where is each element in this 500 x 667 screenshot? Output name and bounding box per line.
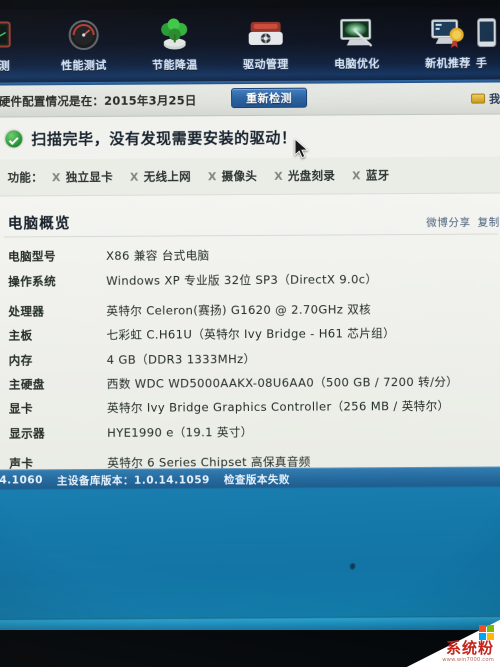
- driver-manager-window: 度监测 性能测试 节能降温 驱动管理 电脑优化 新机推荐 手 的硬件配置情况是在…: [0, 6, 500, 495]
- toolbar-item-label: 性能测试: [61, 58, 107, 73]
- spec-key: 显卡: [8, 401, 33, 416]
- feature-item-camera: X 摄像头: [208, 168, 257, 184]
- my-account-link[interactable]: 我的: [471, 90, 500, 106]
- feature-label: 摄像头: [221, 168, 258, 184]
- rescan-button[interactable]: 重新检测: [231, 87, 308, 109]
- feature-item-wireless: X 无线上网: [130, 168, 191, 184]
- green-check-icon: [5, 129, 23, 147]
- spec-value: 4 GB（DDR3 1333MHz）: [106, 351, 256, 367]
- my-account-label: 我的: [489, 92, 500, 106]
- table-row: 显示器 HYE1990 e（19.1 英寸）: [9, 418, 500, 445]
- panel-action-links: 微博分享 复制: [426, 214, 500, 229]
- table-row: 显卡 英特尔 Ivy Bridge Graphics Controller（25…: [9, 394, 500, 421]
- driver-box-icon: [220, 14, 312, 55]
- spec-key: 主硬盘: [8, 377, 45, 392]
- scan-result-text: 扫描完毕，没有发现需要安装的驱动！: [31, 128, 297, 148]
- temperature-monitor-icon: [0, 15, 39, 56]
- watermark-text: 系统粉: [445, 639, 494, 657]
- feature-availability-row: 功能： X 独立显卡 X 无线上网 X 摄像头 X 光盘刻录 X 蓝牙: [0, 156, 500, 196]
- watermark-url: www.win7000.com: [442, 657, 494, 663]
- toolbar-item-label: 度监测: [0, 59, 11, 73]
- feature-label: 蓝牙: [365, 168, 390, 183]
- mouse-cursor-icon: [294, 138, 309, 159]
- photographed-screen: 度监测 性能测试 节能降温 驱动管理 电脑优化 新机推荐 手 的硬件配置情况是在…: [0, 0, 500, 667]
- table-row: 主板 七彩虹 C.H61U（英特尔 Ivy Bridge - H61 芯片组）: [8, 320, 500, 347]
- x-mark-icon: X: [51, 170, 61, 184]
- spec-value: 英特尔 Ivy Bridge Graphics Controller（256 M…: [106, 399, 450, 416]
- vip-badge-icon: [471, 93, 486, 104]
- page-title: 电脑概览: [7, 216, 71, 233]
- table-row: 操作系统 Windows XP 专业版 32位 SP3（DirectX 9.0c…: [8, 266, 500, 293]
- spec-key: 主板: [8, 328, 33, 343]
- monitor-optimize-icon: [311, 13, 403, 54]
- spec-key: 电脑型号: [7, 249, 56, 264]
- spec-value: X86 兼容 台式电脑: [105, 248, 210, 264]
- toolbar-item-label: 手: [475, 56, 488, 70]
- feature-label: 光盘刻录: [287, 168, 336, 183]
- pc-overview-panel: 电脑概览 微博分享 复制 电脑型号 X86 兼容 台式电脑 操作系统 Windo…: [0, 192, 500, 495]
- screen-dust-speck: [350, 563, 356, 570]
- watermark: 系统粉 www.win7000.com: [374, 605, 500, 667]
- weibo-share-link[interactable]: 微博分享: [426, 215, 470, 230]
- device-db-version-text: 主设备库版本：1.0.14.1059: [56, 473, 210, 487]
- spec-value: Windows XP 专业版 32位 SP3（DirectX 9.0c）: [106, 271, 378, 288]
- feature-label: 独立显卡: [65, 169, 113, 185]
- mobile-icon: [476, 12, 500, 52]
- spec-table: 电脑型号 X86 兼容 台式电脑 操作系统 Windows XP 专业版 32位…: [8, 241, 500, 499]
- panel-divider: [3, 233, 498, 238]
- spec-key: 内存: [8, 352, 33, 367]
- feature-item-bluetooth: X 蓝牙: [352, 167, 389, 183]
- toolbar-item-power-saving[interactable]: 节能降温: [129, 14, 221, 73]
- last-scan-date-text: 的硬件配置情况是在：2015年3月25日: [0, 93, 197, 109]
- features-label: 功能：: [7, 170, 44, 185]
- x-mark-icon: X: [352, 168, 361, 182]
- toolbar-item-temperature-monitor[interactable]: 度监测: [0, 15, 39, 74]
- spec-value: HYE1990 e（19.1 英寸）: [107, 424, 253, 440]
- table-row: 内存 4 GB（DDR3 1333MHz）: [9, 345, 500, 372]
- feature-item-discrete-gpu: X 独立显卡: [52, 169, 113, 185]
- table-row: 处理器 英特尔 Celeron(赛扬) G1620 @ 2.70GHz 双核: [8, 290, 500, 323]
- feature-label: 无线上网: [143, 169, 191, 184]
- table-row: 电脑型号 X86 兼容 台式电脑: [8, 241, 500, 268]
- desktop-background: [0, 486, 500, 620]
- version-fragment-text: 4.1060: [0, 474, 43, 487]
- plant-icon: [129, 14, 221, 55]
- windows-logo-icon: [442, 625, 494, 640]
- spec-key: 显示器: [9, 425, 46, 441]
- toolbar-item-label: 节能降温: [152, 58, 198, 72]
- x-mark-icon: X: [129, 170, 139, 184]
- toolbar-item-performance-test[interactable]: 性能测试: [38, 15, 130, 74]
- toolbar-item-label: 电脑优化: [334, 57, 380, 71]
- spec-key: 操作系统: [8, 273, 57, 289]
- main-toolbar: 度监测 性能测试 节能降温 驱动管理 电脑优化 新机推荐 手: [0, 6, 500, 86]
- toolbar-item-mobile[interactable]: 手: [476, 12, 500, 70]
- table-row: 主硬盘 西数 WDC WD5000AAKX-08U6AA0（500 GB / 7…: [9, 369, 500, 396]
- spec-value: 英特尔 Celeron(赛扬) G1620 @ 2.70GHz 双核: [106, 302, 372, 318]
- x-mark-icon: X: [207, 169, 217, 183]
- toolbar-item-pc-optimize[interactable]: 电脑优化: [311, 13, 403, 72]
- copy-link[interactable]: 复制: [478, 214, 500, 229]
- scan-result-banner: 扫描完毕，没有发现需要安装的驱动！: [0, 114, 500, 160]
- panel-header: 电脑概览 微博分享 复制: [8, 209, 500, 233]
- speedometer-icon: [38, 15, 130, 56]
- check-status-text[interactable]: 检查版本失败: [224, 471, 290, 486]
- feature-item-disc-burning: X 光盘刻录: [274, 167, 335, 183]
- spec-value: 西数 WDC WD5000AAKX-08U6AA0（500 GB / 7200 …: [106, 374, 459, 391]
- spec-value: 七彩虹 C.H61U（英特尔 Ivy Bridge - H61 芯片组）: [106, 326, 396, 343]
- toolbar-item-label: 驱动管理: [243, 57, 289, 72]
- toolbar-item-driver-management[interactable]: 驱动管理: [220, 14, 312, 73]
- x-mark-icon: X: [274, 169, 283, 183]
- spec-key: 处理器: [8, 304, 45, 319]
- hardware-scan-info-strip: 的硬件配置情况是在：2015年3月25日 重新检测 我的: [0, 82, 500, 118]
